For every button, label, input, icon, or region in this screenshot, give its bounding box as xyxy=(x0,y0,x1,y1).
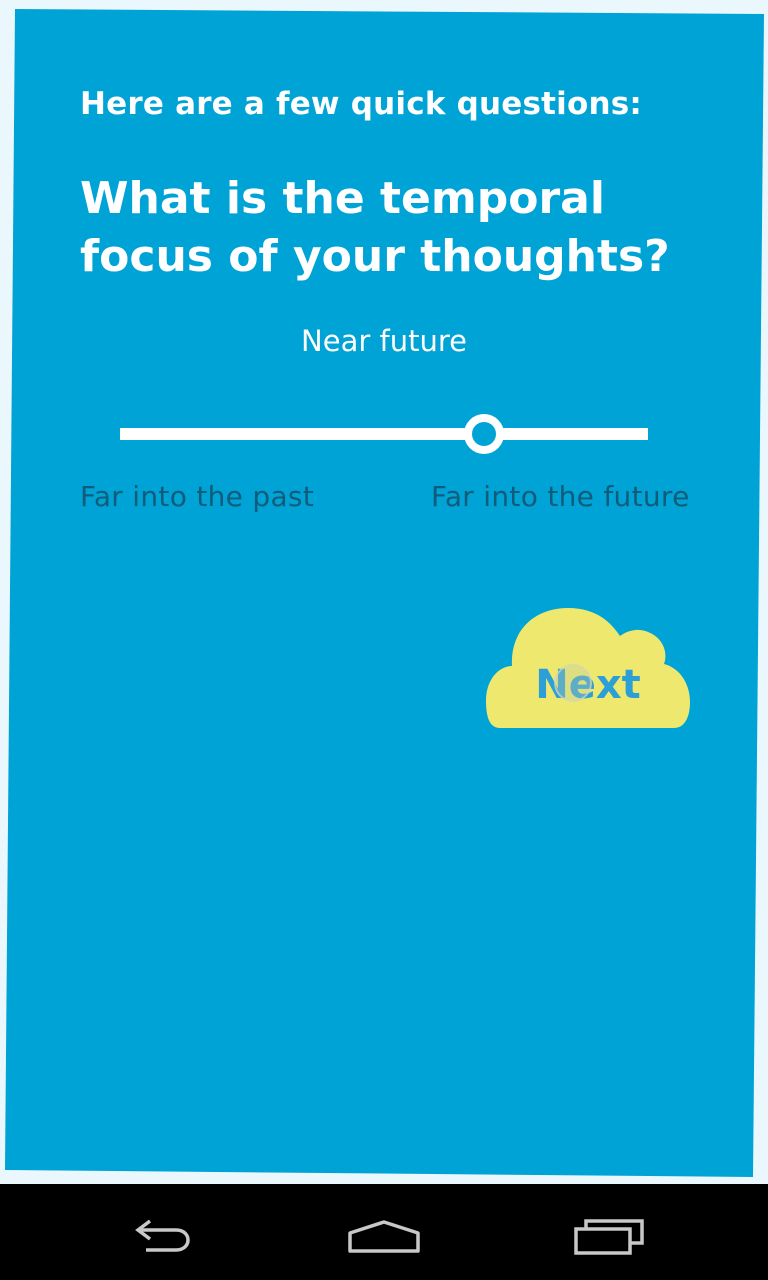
question-title: What is the temporal focus of your thoug… xyxy=(80,173,670,282)
touch-indicator xyxy=(554,664,592,702)
recents-icon xyxy=(574,1219,644,1255)
intro-heading: Here are a few quick questions: xyxy=(80,86,643,122)
nav-back-button[interactable] xyxy=(100,1184,220,1280)
temporal-focus-slider[interactable] xyxy=(120,414,648,454)
nav-home-button[interactable] xyxy=(324,1184,444,1280)
system-nav-bar xyxy=(0,1184,768,1280)
slider-track[interactable] xyxy=(120,428,648,440)
back-icon xyxy=(135,1219,190,1252)
slider-max-label: Far into the future xyxy=(431,480,690,513)
home-icon xyxy=(348,1220,420,1253)
slider-thumb[interactable] xyxy=(464,414,505,454)
next-button[interactable]: Next xyxy=(486,606,690,730)
slider-value-label: Near future xyxy=(301,324,467,358)
slider-min-label: Far into the past xyxy=(80,480,315,513)
app-screen: Here are a few quick questions: What is … xyxy=(0,0,768,1280)
nav-recents-button[interactable] xyxy=(550,1184,670,1280)
